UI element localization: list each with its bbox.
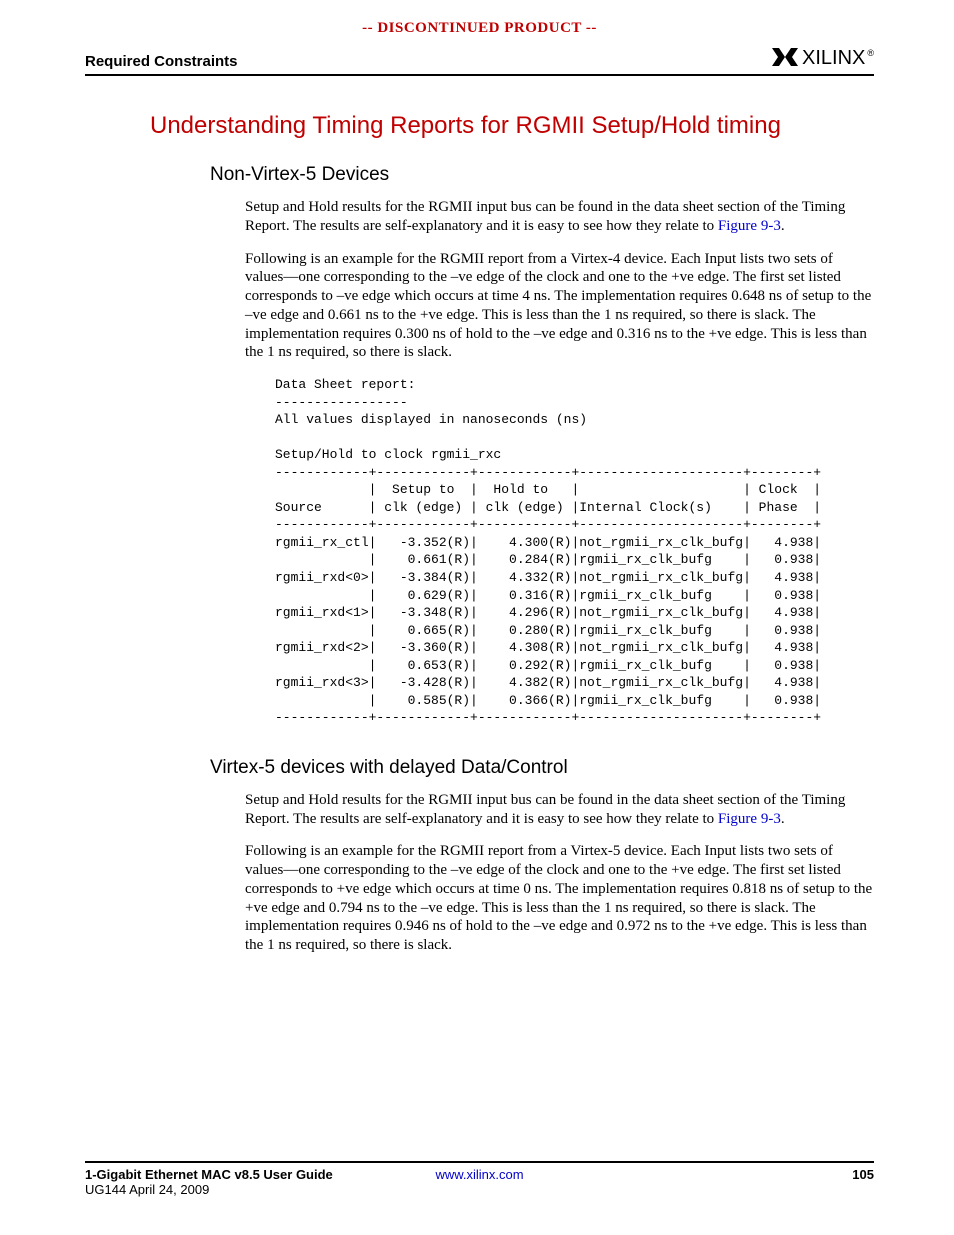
xilinx-logo-icon	[772, 48, 798, 70]
paragraph: Following is an example for the RGMII re…	[245, 250, 874, 363]
footer-url[interactable]: www.xilinx.com	[435, 1167, 523, 1182]
page-title: Understanding Timing Reports for RGMII S…	[150, 112, 874, 140]
timing-report-code: Data Sheet report: ----------------- All…	[275, 376, 874, 727]
subsection-heading-nonvirtex5: Non-Virtex-5 Devices	[210, 164, 874, 186]
discontinued-banner: -- DISCONTINUED PRODUCT --	[85, 20, 874, 37]
xilinx-logo: XILINX®	[772, 47, 874, 70]
figure-link[interactable]: Figure 9-3	[718, 811, 781, 827]
footer-doc-info: 1-Gigabit Ethernet MAC v8.5 User Guide U…	[85, 1167, 333, 1197]
section-label: Required Constraints	[85, 53, 238, 70]
subsection-heading-virtex5: Virtex-5 devices with delayed Data/Contr…	[210, 757, 874, 779]
paragraph: Setup and Hold results for the RGMII inp…	[245, 791, 874, 829]
footer-page-number: 105	[852, 1167, 874, 1197]
page-header: Required Constraints XILINX®	[85, 47, 874, 76]
xilinx-logo-text: XILINX®	[802, 47, 874, 70]
paragraph: Following is an example for the RGMII re…	[245, 842, 874, 955]
figure-link[interactable]: Figure 9-3	[718, 218, 781, 234]
page-footer: 1-Gigabit Ethernet MAC v8.5 User Guide U…	[85, 1161, 874, 1197]
paragraph: Setup and Hold results for the RGMII inp…	[245, 198, 874, 236]
